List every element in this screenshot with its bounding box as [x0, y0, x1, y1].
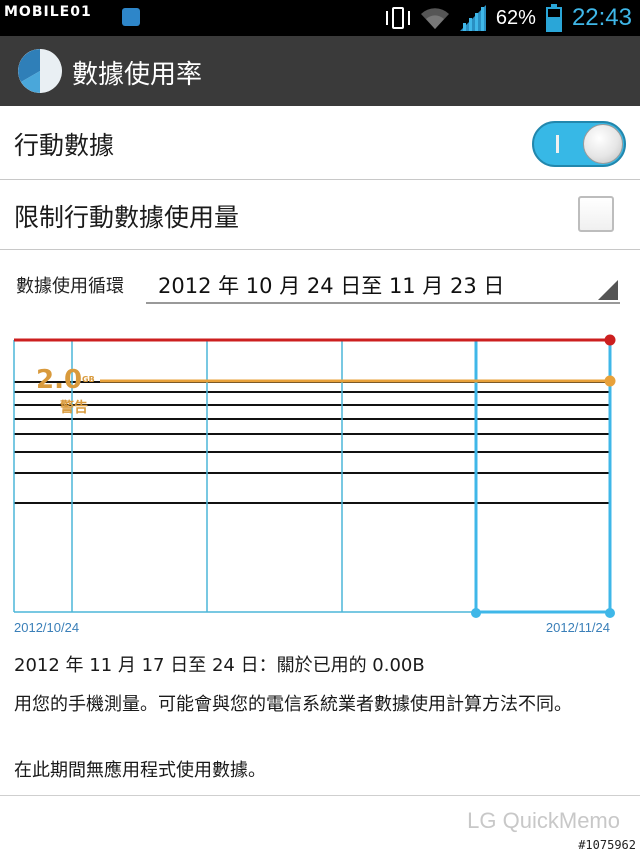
limit-handle[interactable]	[604, 334, 616, 346]
measurement-note: 用您的手機測量。可能會與您的電信系統業者數據使用計算方法不同。	[14, 694, 572, 715]
warning-value: 2.0	[36, 365, 82, 395]
range-end-handle[interactable]	[605, 608, 615, 618]
cycle-value: 2012 年 10 月 24 日至 11 月 23 日	[158, 274, 505, 298]
battery-icon	[545, 4, 562, 32]
toggle-knob[interactable]	[583, 124, 623, 164]
mobile-data-row[interactable]: 行動數據	[0, 106, 640, 180]
chart-gridlines-horizontal	[14, 381, 610, 504]
battery-percent: 62%	[495, 6, 536, 29]
wifi-icon	[420, 8, 449, 29]
status-bar: MOBILE01 62% 22:43	[0, 0, 640, 36]
action-bar: 數據使用率	[0, 36, 640, 106]
range-start-handle[interactable]	[471, 608, 481, 618]
photo-id: #1075962	[578, 838, 636, 852]
quickmemo-watermark: LG QuickMemo	[467, 808, 620, 833]
dropdown-arrow-icon	[598, 280, 618, 300]
mobile-data-label: 行動數據	[14, 131, 115, 160]
vibrate-icon	[385, 5, 410, 31]
warning-unit: GB	[82, 375, 95, 384]
page-title: 數據使用率	[72, 60, 203, 90]
watermark-logo: MOBILE01	[4, 4, 92, 20]
x-end-label: 2012/11/24	[546, 620, 610, 635]
limit-line[interactable]	[14, 334, 616, 346]
warning-line[interactable]: 2.0 GB 警告	[36, 365, 616, 416]
signal-icon	[459, 5, 486, 31]
data-usage-pie-icon[interactable]	[18, 49, 62, 93]
warning-label: 警告	[60, 399, 88, 416]
divider	[0, 795, 640, 796]
limit-data-checkbox[interactable]	[578, 196, 614, 232]
clock: 22:43	[571, 4, 632, 31]
usage-chart: 2.0 GB 警告 2012/10/24 2012/11/24	[13, 334, 616, 635]
status-icons: 62% 22:43	[385, 0, 632, 36]
limit-data-row[interactable]: 限制行動數據使用量	[0, 180, 640, 250]
limit-data-label: 限制行動數據使用量	[14, 203, 240, 232]
mobile-data-toggle[interactable]	[532, 121, 626, 167]
warning-handle[interactable]	[604, 375, 616, 387]
usage-summary: 2012 年 11 月 17 日至 24 日：關於已用的 0.00B	[14, 655, 425, 676]
notification-icon	[122, 8, 140, 26]
no-apps-message: 在此期間無應用程式使用數據。	[14, 760, 266, 781]
cycle-dropdown[interactable]: 2012 年 10 月 24 日至 11 月 23 日	[146, 260, 620, 304]
toggle-on-indicator	[556, 135, 559, 153]
x-start-label: 2012/10/24	[14, 620, 79, 635]
cycle-label: 數據使用循環	[16, 276, 124, 297]
